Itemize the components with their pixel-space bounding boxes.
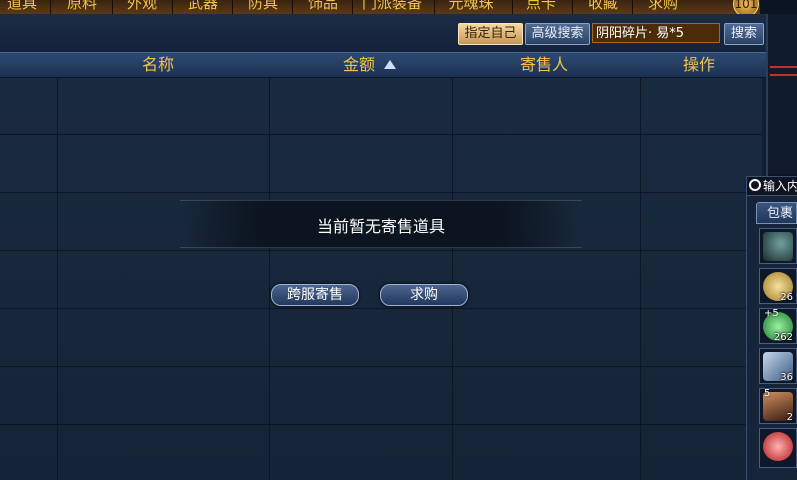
specify-self-button[interactable]: 指定自己 [458, 23, 523, 45]
red-orb-icon [763, 432, 793, 461]
tab-separator [632, 0, 633, 14]
grid-line [57, 78, 58, 480]
item-quantity: 26 [780, 292, 793, 303]
search-button[interactable]: 搜索 [724, 23, 764, 45]
tab-separator [112, 0, 113, 14]
inventory-search-placeholder: 输入内 [763, 179, 797, 193]
tab-materials[interactable]: 原料 [62, 0, 102, 14]
tab-separator [512, 0, 513, 14]
tab-separator [292, 0, 293, 14]
want-to-buy-button[interactable]: 求购 [380, 284, 468, 306]
column-price[interactable]: 金额 [343, 54, 375, 76]
search-bar: 指定自己 高级搜索 阴阳碎片· 易*5 搜索 [0, 14, 766, 52]
tab-separator [172, 0, 173, 14]
item-quantity: 2 [786, 412, 793, 423]
tab-separator [50, 0, 51, 14]
item-quantity: 36 [780, 372, 793, 383]
rail-divider [770, 74, 797, 76]
column-name[interactable]: 名称 [142, 54, 174, 76]
grid-line [0, 134, 762, 135]
column-seller[interactable]: 寄售人 [520, 54, 568, 76]
category-tabs: 道具 原料 外观 武器 防具 饰品 门派装备 元魂珠 点卡 收藏 求购 [0, 0, 760, 14]
inventory-slot[interactable] [759, 428, 797, 468]
tab-appearance[interactable]: 外观 [122, 0, 162, 14]
listing-table [0, 78, 762, 480]
search-input[interactable]: 阴阳碎片· 易*5 [592, 23, 720, 43]
item-quantity: 262 [773, 332, 793, 343]
tab-separator [572, 0, 573, 14]
inventory-slot[interactable]: 26 [759, 268, 797, 304]
dark-crystal-icon [763, 232, 793, 261]
grid-line [640, 78, 641, 480]
inventory-slot[interactable]: +5 262 [759, 308, 797, 344]
tab-separator [352, 0, 353, 14]
inventory-slot[interactable]: 5 2 [759, 388, 797, 424]
tab-separator [232, 0, 233, 14]
grid-line [269, 78, 270, 480]
grid-line [452, 78, 453, 480]
grid-line [0, 366, 762, 367]
side-rail [768, 14, 797, 174]
grid-line [0, 424, 762, 425]
grid-line [0, 192, 762, 193]
tab-point-card[interactable]: 点卡 [520, 0, 562, 14]
tab-separator [434, 0, 435, 14]
tab-weapons[interactable]: 武器 [182, 0, 224, 14]
tab-sect-equipment[interactable]: 门派装备 [356, 0, 428, 14]
item-level: +5 [764, 308, 779, 319]
rail-divider [770, 66, 797, 68]
tab-soul-orb[interactable]: 元魂珠 [442, 0, 500, 14]
cross-server-consign-button[interactable]: 跨服寄售 [271, 284, 359, 306]
column-header: 名称 金额 寄售人 操作 [0, 52, 766, 78]
tab-bag[interactable]: 包裹 [756, 202, 797, 224]
tab-items[interactable]: 道具 [2, 0, 42, 14]
sort-ascending-icon[interactable] [384, 60, 396, 69]
advanced-search-button[interactable]: 高级搜索 [525, 23, 590, 45]
tab-armor[interactable]: 防具 [242, 0, 284, 14]
inventory-slot[interactable]: 36 [759, 348, 797, 384]
column-action: 操作 [683, 55, 716, 74]
empty-state-message: 当前暂无寄售道具 [316, 217, 445, 236]
item-level: 5 [764, 388, 771, 399]
search-icon [749, 179, 761, 191]
grid-line [0, 250, 762, 251]
inventory-slot[interactable] [759, 228, 797, 264]
tab-favorites[interactable]: 收藏 [582, 0, 624, 14]
inventory-search-input[interactable]: 输入内 [746, 176, 797, 196]
tab-accessories[interactable]: 饰品 [302, 0, 344, 14]
tab-want-buy[interactable]: 求购 [642, 0, 684, 14]
grid-line [0, 308, 762, 309]
